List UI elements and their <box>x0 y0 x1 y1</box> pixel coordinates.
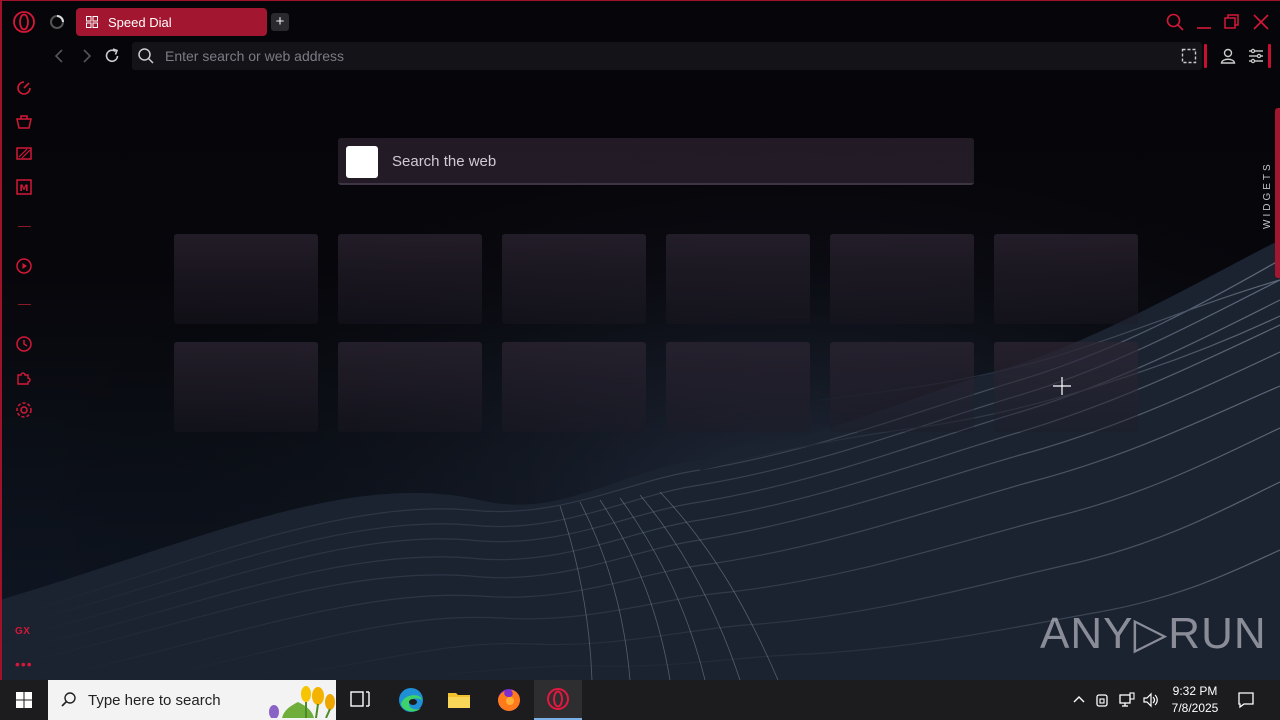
speed-dial-grid-icon <box>86 16 98 28</box>
back-icon[interactable] <box>50 46 70 66</box>
close-icon[interactable] <box>1251 12 1271 32</box>
speed-dial-tile[interactable] <box>338 342 482 432</box>
taskbar-search-placeholder: Type here to search <box>88 692 221 709</box>
speed-dial-tile[interactable] <box>994 234 1138 324</box>
tulips-icon <box>269 686 335 718</box>
forward-icon[interactable] <box>76 46 96 66</box>
gx-mail-icon[interactable]: M <box>14 177 34 197</box>
toolbar-separator <box>1204 44 1207 68</box>
profile-icon[interactable] <box>1218 46 1238 66</box>
speed-dial-tile[interactable] <box>502 342 646 432</box>
anyrun-watermark: ANY▷RUN <box>1040 609 1267 658</box>
show-hidden-icons-chevron-icon[interactable] <box>1070 690 1088 710</box>
search-tabs-icon[interactable] <box>1165 12 1185 32</box>
address-bar[interactable] <box>132 42 1202 70</box>
svg-text:M: M <box>20 184 29 194</box>
tab-strip: Speed Dial + <box>0 0 1280 42</box>
player-icon[interactable] <box>14 256 34 276</box>
sidebar-more-button[interactable]: ••• <box>15 656 33 672</box>
speed-dial-tile[interactable] <box>174 234 318 324</box>
gx-control-icon[interactable] <box>14 78 34 98</box>
wave-landscape <box>0 0 1280 680</box>
speed-dial-tile[interactable] <box>338 234 482 324</box>
clock-date: 7/8/2025 <box>1171 701 1219 715</box>
search-icon <box>138 48 154 64</box>
navigation-bar <box>44 42 1280 70</box>
taskbar-search-box[interactable]: Type here to search <box>48 680 336 720</box>
device-icon[interactable] <box>1094 690 1112 710</box>
task-view-icon[interactable] <box>336 680 384 720</box>
minimize-icon[interactable] <box>1194 12 1214 32</box>
wallpaper <box>0 0 1280 680</box>
widgets-panel-handle[interactable] <box>1275 108 1280 278</box>
clock-time: 9:32 PM <box>1172 684 1218 698</box>
shopping-corner-icon[interactable] <box>14 112 34 132</box>
history-icon[interactable] <box>14 334 34 354</box>
sidebar-divider <box>18 226 31 227</box>
reload-icon[interactable] <box>102 46 122 66</box>
speed-dial-search-box[interactable] <box>338 138 974 185</box>
firefox-icon[interactable] <box>485 680 533 720</box>
network-icon[interactable] <box>1118 690 1136 710</box>
tab-title: Speed Dial <box>108 14 172 30</box>
toolbar-separator-right <box>1268 44 1271 68</box>
speed-dial-tile[interactable] <box>502 234 646 324</box>
opera-gx-icon <box>547 688 569 710</box>
opera-gx-logo-icon[interactable] <box>12 10 36 34</box>
loading-spinner-icon <box>50 15 64 29</box>
speed-dial-tile[interactable] <box>830 234 974 324</box>
opera-gx-taskbar-button[interactable] <box>534 680 582 720</box>
search-engine-icon[interactable] <box>346 146 378 178</box>
twitch-icon[interactable] <box>14 144 34 164</box>
volume-icon[interactable] <box>1142 690 1160 710</box>
search-icon <box>61 692 76 707</box>
notifications-icon[interactable] <box>1236 690 1256 710</box>
settings-gear-icon[interactable] <box>14 400 34 420</box>
speed-dial-tile[interactable] <box>174 342 318 432</box>
sidebar-divider <box>18 304 31 305</box>
speed-dial-tile[interactable] <box>666 234 810 324</box>
speed-dial-tile[interactable] <box>830 342 974 432</box>
easy-setup-icon[interactable] <box>1246 46 1266 66</box>
new-tab-button[interactable]: + <box>271 13 289 31</box>
taskbar-clock[interactable]: 9:32 PM 7/8/2025 <box>1160 683 1230 717</box>
windows-taskbar: Type here to search 9:32 PM 7/8/2025 <box>0 680 1280 720</box>
speed-dial-tile[interactable] <box>666 342 810 432</box>
crosshair-cursor-icon <box>1053 377 1071 395</box>
gx-corner-label[interactable]: GX <box>15 626 30 637</box>
speed-dial-search-input[interactable] <box>392 138 952 185</box>
file-explorer-icon[interactable] <box>435 680 483 720</box>
address-input[interactable] <box>165 42 1065 70</box>
restore-icon[interactable] <box>1222 12 1242 32</box>
tab-speed-dial[interactable]: Speed Dial <box>76 8 267 36</box>
windows-start-icon[interactable] <box>0 680 48 720</box>
snapshot-icon[interactable] <box>1179 46 1199 66</box>
edge-browser-icon[interactable] <box>387 680 435 720</box>
widgets-label[interactable]: WIDGETS <box>1262 150 1274 240</box>
extensions-icon[interactable] <box>14 367 34 387</box>
